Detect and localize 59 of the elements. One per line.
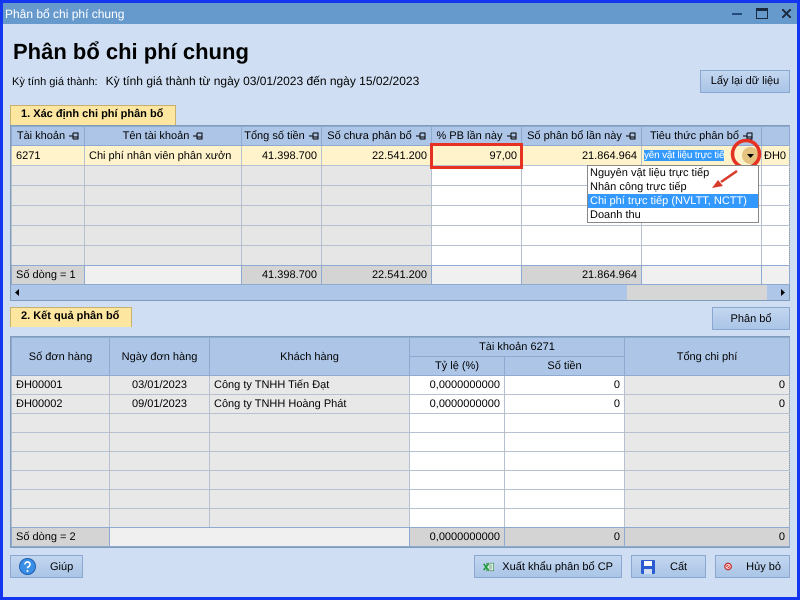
table-cell: 03/01/2023 — [132, 379, 188, 391]
pin-icon[interactable] — [69, 132, 80, 140]
column-group-header: Tài khoản 6271 — [479, 341, 555, 353]
period-value: Kỳ tính giá thành từ ngày 03/01/2023 đến ngày 15/02/2023 — [106, 74, 420, 88]
period-label: Kỳ tính giá thành: — [12, 76, 98, 88]
footer-cell: 0 — [614, 531, 620, 543]
close-icon[interactable] — [782, 9, 791, 18]
minimize-icon[interactable] — [732, 12, 742, 15]
table-cell: 09/01/2023 — [132, 398, 188, 410]
caret-icon — [747, 154, 754, 158]
export-button[interactable]: Xuất khẩu phân bổ CP — [474, 555, 622, 578]
footer-cell: 41.398.700 — [262, 269, 317, 281]
pin-icon[interactable] — [416, 132, 426, 140]
window-title: Phân bổ chi phí chung — [5, 6, 124, 20]
table-cell: 0,0000000000 — [430, 379, 500, 391]
pin-icon[interactable] — [506, 132, 517, 140]
footer-cell: 0,0000000000 — [430, 531, 500, 543]
table-cell: Công ty TNHH Tiến Đạt — [214, 379, 330, 391]
save-button[interactable]: Cất — [631, 555, 706, 578]
table-cell: 0 — [614, 379, 620, 391]
table-cell: 22.541.200 — [372, 150, 427, 162]
table-cell: 0 — [778, 398, 785, 410]
help-button[interactable]: Giúp — [10, 555, 83, 578]
table-cell: ĐH00001 — [16, 379, 62, 391]
table-cell: Công ty TNHH Hoàng Phát — [214, 398, 346, 410]
column-header[interactable]: Tổng chi phí — [676, 350, 738, 362]
pin-icon[interactable] — [742, 132, 753, 140]
footer-cell: 22.541.200 — [372, 269, 427, 281]
allocate-button[interactable]: Phân bổ — [712, 307, 790, 330]
footer-cell: Số dòng = 1 — [16, 269, 76, 281]
maximize-icon[interactable] — [756, 8, 768, 19]
scroll-left-icon[interactable] — [15, 289, 19, 296]
table-cell: 97,00 — [489, 150, 517, 162]
column-header[interactable]: Số tiền — [547, 360, 582, 372]
scroll-right-icon[interactable] — [781, 289, 785, 296]
table-cell: ĐH0 — [764, 150, 786, 162]
help-icon — [19, 558, 36, 575]
section-tab[interactable]: 2. Kết quả phân bổ — [10, 307, 132, 327]
arrow-icon — [711, 170, 739, 189]
reload-button[interactable]: Lấy lại dữ liệu — [700, 70, 790, 92]
table-cell: 21.864.964 — [582, 150, 637, 162]
column-header[interactable]: Khách hàng — [280, 350, 339, 362]
footer-cell: 0 — [778, 531, 785, 543]
footer-cell: 21.864.964 — [582, 269, 637, 281]
table-cell: 0 — [614, 398, 620, 410]
footer-cell: Số dòng = 2 — [16, 531, 76, 543]
cancel-button[interactable]: Hủy bỏ — [715, 555, 790, 578]
table-cell: 0 — [778, 379, 785, 391]
scrollbar-thumb[interactable] — [627, 285, 767, 300]
table-cell: 6271 — [16, 150, 40, 162]
section-tab[interactable]: 1. Xác định chi phí phân bổ — [10, 105, 176, 125]
table-cell: 0,0000000000 — [430, 398, 500, 410]
pin-icon[interactable] — [626, 132, 636, 140]
pin-icon[interactable] — [308, 132, 319, 140]
table-cell: ĐH00002 — [16, 398, 62, 410]
page-heading: Phân bổ chi phí chung — [13, 38, 250, 66]
table-cell: Chi phí nhân viên phân xưởn — [89, 150, 232, 162]
pin-icon[interactable] — [193, 132, 204, 140]
table-cell: 41.398.700 — [262, 150, 317, 162]
